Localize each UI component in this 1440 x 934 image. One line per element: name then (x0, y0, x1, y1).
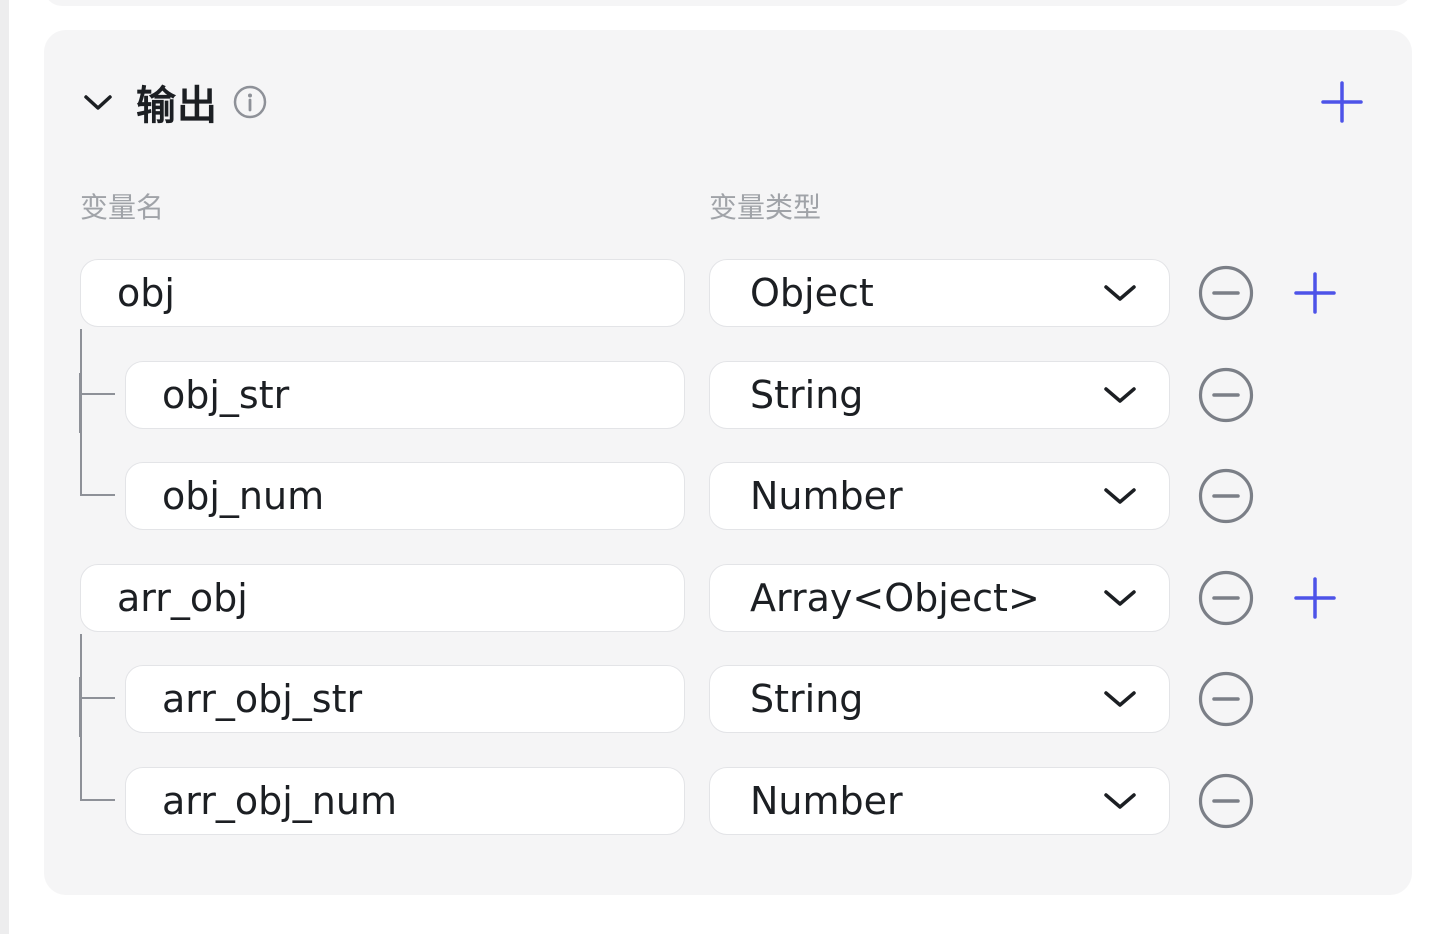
add-child-variable-button[interactable] (1290, 573, 1340, 623)
tree-connector-horizontal (80, 799, 115, 801)
child-variable-name-input[interactable]: arr_obj_num (125, 767, 685, 835)
variable-type-text: String (750, 677, 864, 721)
variable-name-text: arr_obj_num (162, 779, 397, 823)
child-variable-name-input[interactable]: obj_str (125, 361, 685, 429)
remove-variable-button[interactable] (1196, 263, 1256, 323)
variable-type-select[interactable]: Number (709, 462, 1170, 530)
plus-icon (1294, 577, 1336, 619)
remove-variable-button[interactable] (1196, 466, 1256, 526)
minus-circle-icon (1198, 367, 1254, 423)
remove-variable-button[interactable] (1196, 568, 1256, 628)
minus-circle-icon (1198, 671, 1254, 727)
minus-circle-icon (1198, 468, 1254, 524)
variable-name-text: arr_obj (117, 576, 248, 620)
variable-name-input[interactable]: obj (80, 259, 685, 327)
variable-type-select[interactable]: String (709, 665, 1170, 733)
chevron-down-icon (1103, 281, 1137, 305)
left-rail (0, 0, 9, 934)
tree-connector-marker (79, 373, 82, 433)
child-variable-name-input[interactable]: obj_num (125, 462, 685, 530)
info-circle-icon[interactable] (232, 84, 268, 120)
tree-connector-horizontal (80, 494, 115, 496)
chevron-down-icon (1103, 484, 1137, 508)
variable-type-select[interactable]: Object (709, 259, 1170, 327)
add-child-variable-button[interactable] (1290, 268, 1340, 318)
variable-name-text: arr_obj_str (162, 677, 363, 721)
plus-icon (1321, 81, 1363, 123)
remove-variable-button[interactable] (1196, 669, 1256, 729)
minus-circle-icon (1198, 570, 1254, 626)
remove-variable-button[interactable] (1196, 365, 1256, 425)
variable-type-text: String (750, 373, 864, 417)
variable-type-text: Object (750, 271, 874, 315)
variable-name-text: obj_str (162, 373, 290, 417)
remove-variable-button[interactable] (1196, 771, 1256, 831)
column-label-name: 变量名 (80, 191, 165, 224)
plus-icon (1294, 272, 1336, 314)
tree-connector-marker (79, 677, 82, 737)
variable-type-select[interactable]: Array<Object> (709, 564, 1170, 632)
add-output-button[interactable] (1318, 78, 1366, 126)
previous-section-card (44, 0, 1412, 6)
tree-connector-horizontal (80, 393, 115, 395)
tree-connector-horizontal (80, 697, 115, 699)
variable-name-input[interactable]: arr_obj (80, 564, 685, 632)
chevron-down-icon (1103, 789, 1137, 813)
column-label-type: 变量类型 (709, 191, 822, 224)
variable-type-select[interactable]: Number (709, 767, 1170, 835)
variable-name-text: obj_num (162, 474, 325, 518)
section-header: 输出 (80, 70, 268, 134)
variable-type-select[interactable]: String (709, 361, 1170, 429)
variable-type-text: Number (750, 779, 903, 823)
section-title: 输出 (136, 83, 218, 129)
minus-circle-icon (1198, 773, 1254, 829)
chevron-down-icon[interactable] (80, 84, 116, 120)
variable-type-text: Number (750, 474, 903, 518)
variable-name-text: obj (117, 271, 175, 315)
variable-type-text: Array<Object> (750, 576, 1040, 620)
chevron-down-icon (1103, 383, 1137, 407)
child-variable-name-input[interactable]: arr_obj_str (125, 665, 685, 733)
chevron-down-icon (1103, 687, 1137, 711)
chevron-down-icon (1103, 586, 1137, 610)
minus-circle-icon (1198, 265, 1254, 321)
